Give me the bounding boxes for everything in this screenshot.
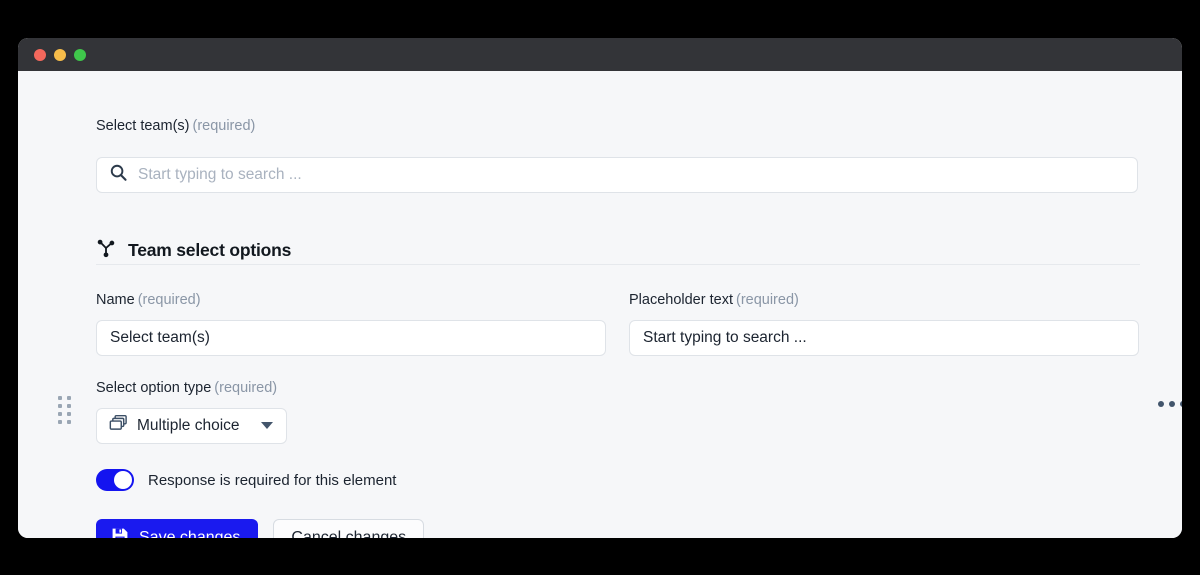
option-type-value: Multiple choice	[137, 417, 240, 435]
name-field-group: Name(required) Select team(s)	[96, 293, 606, 356]
required-toggle-knob	[114, 471, 132, 489]
form-editor-panel: Select team(s)(required) Start typing to…	[18, 71, 1182, 538]
section-divider	[96, 264, 1140, 265]
chevron-down-icon	[261, 422, 273, 429]
placeholder-field-group: Placeholder text(required) Start typing …	[629, 293, 1139, 356]
search-icon	[109, 163, 128, 187]
name-field-label: Name(required)	[96, 293, 606, 308]
team-search-input[interactable]: Start typing to search ...	[96, 157, 1138, 193]
select-teams-required-tag: (required)	[192, 118, 255, 134]
option-type-select[interactable]: Multiple choice	[96, 408, 287, 444]
drag-dot	[58, 404, 62, 408]
floppy-disk-icon	[111, 527, 129, 539]
drag-dot	[58, 420, 62, 424]
select-teams-label-text: Select team(s)	[96, 118, 189, 134]
maximize-window-button[interactable]	[74, 49, 86, 61]
placeholder-field-required-tag: (required)	[736, 292, 799, 308]
option-type-label-text: Select option type	[96, 380, 211, 396]
drag-handle-icon[interactable]	[58, 396, 71, 424]
drag-dot	[67, 412, 71, 416]
name-input-value: Select team(s)	[110, 329, 210, 347]
name-input[interactable]: Select team(s)	[96, 320, 606, 356]
name-field-label-text: Name	[96, 292, 135, 308]
option-type-group: Select option type(required) Multiple ch…	[96, 381, 287, 444]
section-title: Team select options	[128, 240, 291, 261]
drag-dot	[67, 404, 71, 408]
app-window: Select team(s)(required) Start typing to…	[18, 38, 1182, 538]
kebab-dot	[1169, 401, 1175, 407]
close-window-button[interactable]	[34, 49, 46, 61]
required-toggle-switch[interactable]	[96, 469, 134, 491]
save-changes-label: Save changes	[139, 529, 240, 538]
placeholder-field-label-text: Placeholder text	[629, 292, 733, 308]
minimize-window-button[interactable]	[54, 49, 66, 61]
kebab-dot	[1180, 401, 1182, 407]
placeholder-field-label: Placeholder text(required)	[629, 293, 1139, 308]
kebab-dot	[1158, 401, 1164, 407]
branch-merge-icon	[96, 238, 116, 263]
drag-dot	[67, 396, 71, 400]
form-actions: Save changes Cancel changes	[96, 519, 424, 538]
window-titlebar	[18, 38, 1182, 71]
required-toggle-label: Response is required for this element	[148, 472, 396, 489]
option-type-label: Select option type(required)	[96, 381, 287, 396]
select-teams-label: Select team(s)(required)	[96, 119, 255, 134]
more-options-icon[interactable]	[1158, 401, 1182, 407]
team-search-placeholder: Start typing to search ...	[138, 166, 302, 184]
name-field-required-tag: (required)	[138, 292, 201, 308]
drag-dot	[58, 396, 62, 400]
placeholder-input-value: Start typing to search ...	[643, 329, 807, 347]
cancel-changes-label: Cancel changes	[291, 529, 406, 538]
save-changes-button[interactable]: Save changes	[96, 519, 258, 538]
placeholder-input[interactable]: Start typing to search ...	[629, 320, 1139, 356]
layers-copy-icon	[109, 414, 128, 438]
section-header: Team select options	[96, 238, 291, 263]
cancel-changes-button[interactable]: Cancel changes	[273, 519, 424, 538]
drag-dot	[67, 420, 71, 424]
option-type-required-tag: (required)	[214, 380, 277, 396]
drag-dot	[58, 412, 62, 416]
required-toggle-row[interactable]: Response is required for this element	[96, 469, 396, 491]
